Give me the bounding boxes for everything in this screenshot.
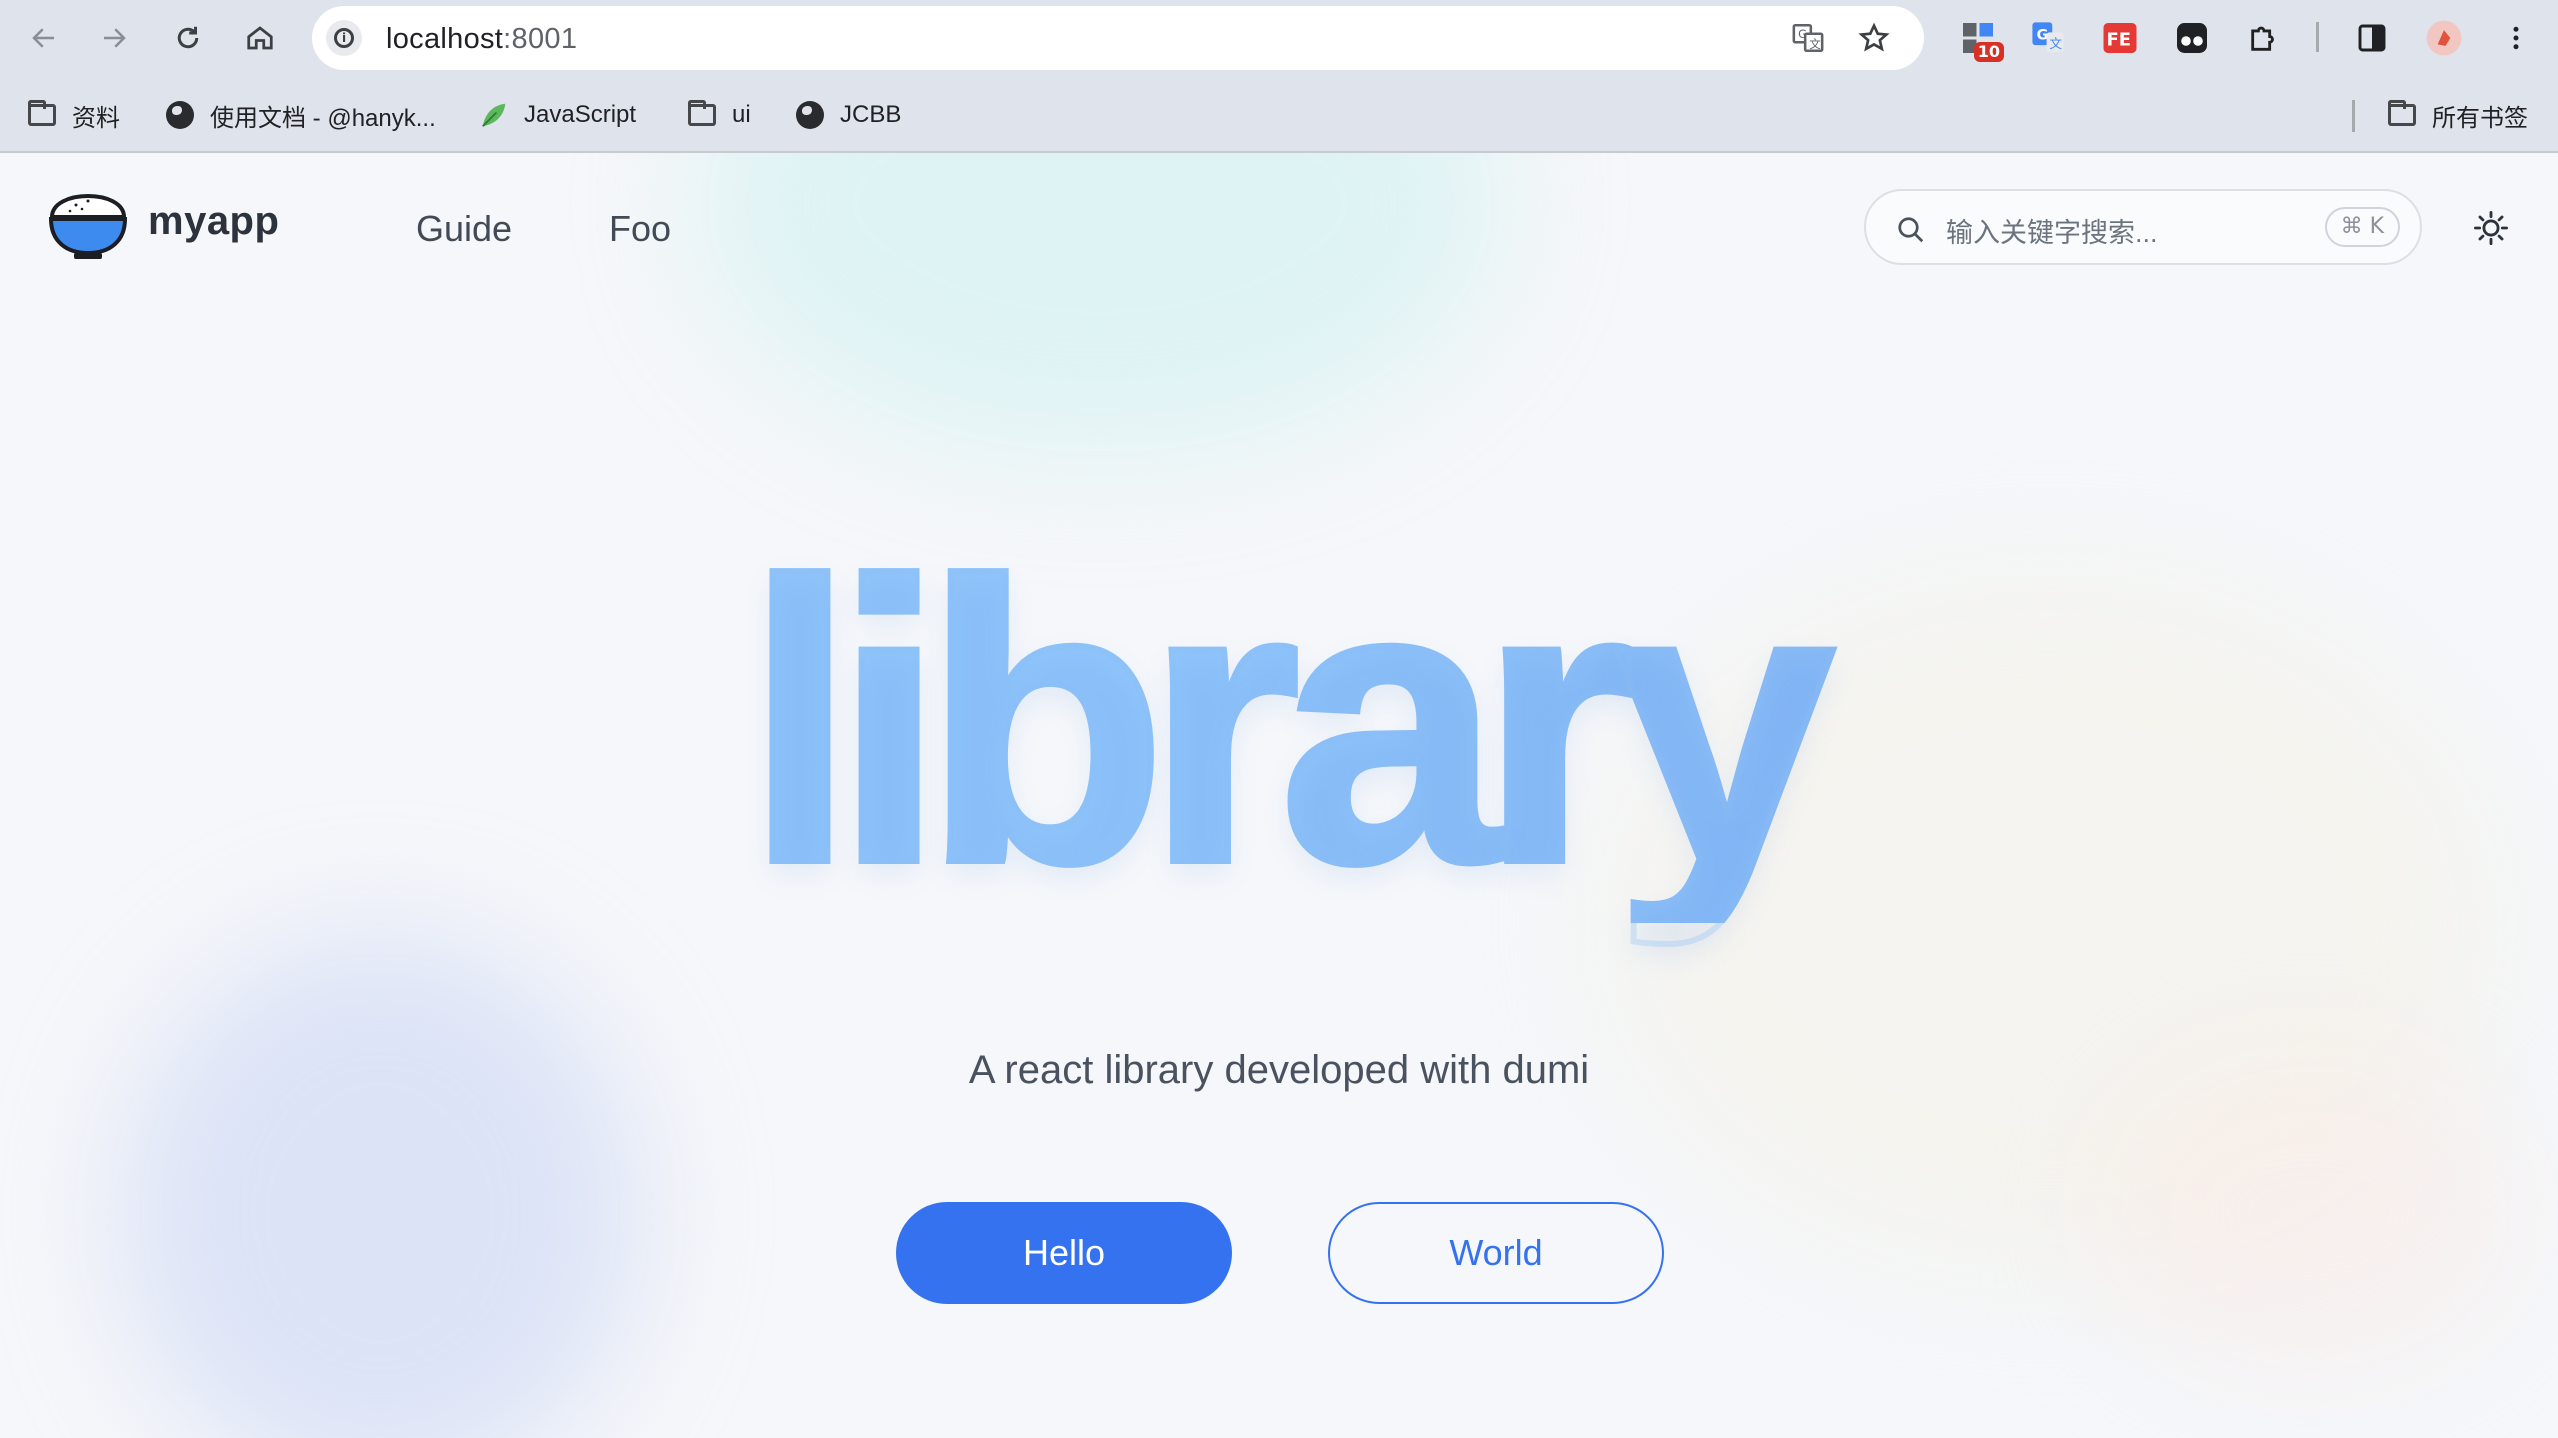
hero-title: library [0,520,2558,926]
bookmark-label: ui [732,101,751,128]
bookmark-star-icon[interactable] [1852,16,1896,60]
reload-icon[interactable] [164,14,212,62]
bookmark-item[interactable]: JCBB [794,98,901,132]
svg-text:G: G [2037,27,2049,43]
bookmark-label: 所有书签 [2432,104,2528,132]
extensions-puzzle-icon[interactable] [2244,18,2284,58]
incognito-ext-icon[interactable] [2172,18,2212,58]
bookmark-label: 资料 [72,104,120,132]
bookmarks-bar: 资料 使用文档 - @hanyk... JavaScript ui JCBB 所… [0,76,2558,153]
more-menu-icon[interactable] [2496,18,2536,58]
globe-icon [166,101,194,129]
nav-link-guide[interactable]: Guide [416,208,512,250]
browser-toolbar: i localhost:8001 G文 10 G文 FE [0,0,2558,76]
translate-icon[interactable]: G文 [1786,16,1830,60]
world-button[interactable]: World [1328,1202,1664,1304]
globe-icon [796,101,824,129]
bookmark-label: JCBB [840,101,902,128]
back-icon[interactable] [20,14,68,62]
bookmark-item[interactable]: 使用文档 - @hanyk... [164,98,436,132]
search-placeholder: 输入关键字搜索... [1946,218,2158,248]
svg-text:G: G [1798,27,1807,41]
profile-avatar-icon[interactable] [2424,18,2464,58]
nav-link-foo[interactable]: Foo [609,208,671,250]
hello-button-label: Hello [1022,1232,1106,1273]
bookmarks-divider [2352,100,2355,132]
bookmark-label: 使用文档 - @hanyk... [210,104,436,132]
side-panel-icon[interactable] [2352,18,2392,58]
sun-icon[interactable] [2474,211,2508,245]
svg-text:文: 文 [1809,37,1820,51]
url-text: localhost:8001 [386,23,578,55]
leaf-icon [478,99,510,131]
toolbar-divider [2316,22,2319,52]
page-viewport: myapp Guide Foo 输入关键字搜索... ⌘ K library A… [0,153,2558,1438]
all-bookmarks-folder[interactable]: 所有书签 [2386,98,2528,132]
folder-icon [688,100,716,126]
extension-grid-icon[interactable]: 10 [1958,18,2004,62]
site-info-icon[interactable]: i [326,20,362,56]
background-glow [2100,1053,2520,1373]
world-button-label: World [1449,1232,1543,1273]
home-icon[interactable] [236,14,284,62]
bookmark-item[interactable]: 资料 [26,98,120,132]
fe-extension-icon[interactable]: FE [2100,18,2140,58]
search-shortcut-hint: ⌘ K [2324,207,2400,247]
background-glow [700,153,1500,453]
address-bar[interactable]: i localhost:8001 G文 [312,6,1924,70]
svg-text:FE: FE [2107,30,2132,51]
svg-text:文: 文 [2049,37,2062,52]
rice-bowl-logo-icon[interactable] [48,181,128,261]
extension-badge: 10 [1973,42,2004,62]
bookmark-item[interactable]: JavaScript [478,98,636,132]
bookmark-item[interactable]: ui [686,98,751,132]
google-translate-ext-icon[interactable]: G文 [2028,18,2068,58]
forward-icon[interactable] [90,14,138,62]
folder-icon [2388,100,2416,126]
hero-description: A react library developed with dumi [968,1048,1590,1092]
bookmark-label: JavaScript [524,101,637,128]
folder-icon [28,100,56,126]
app-name[interactable]: myapp [148,199,279,244]
hello-button[interactable]: Hello [896,1202,1232,1304]
background-glow [120,933,640,1438]
search-input[interactable]: 输入关键字搜索... ⌘ K [1864,189,2422,265]
search-icon [1896,215,1926,245]
